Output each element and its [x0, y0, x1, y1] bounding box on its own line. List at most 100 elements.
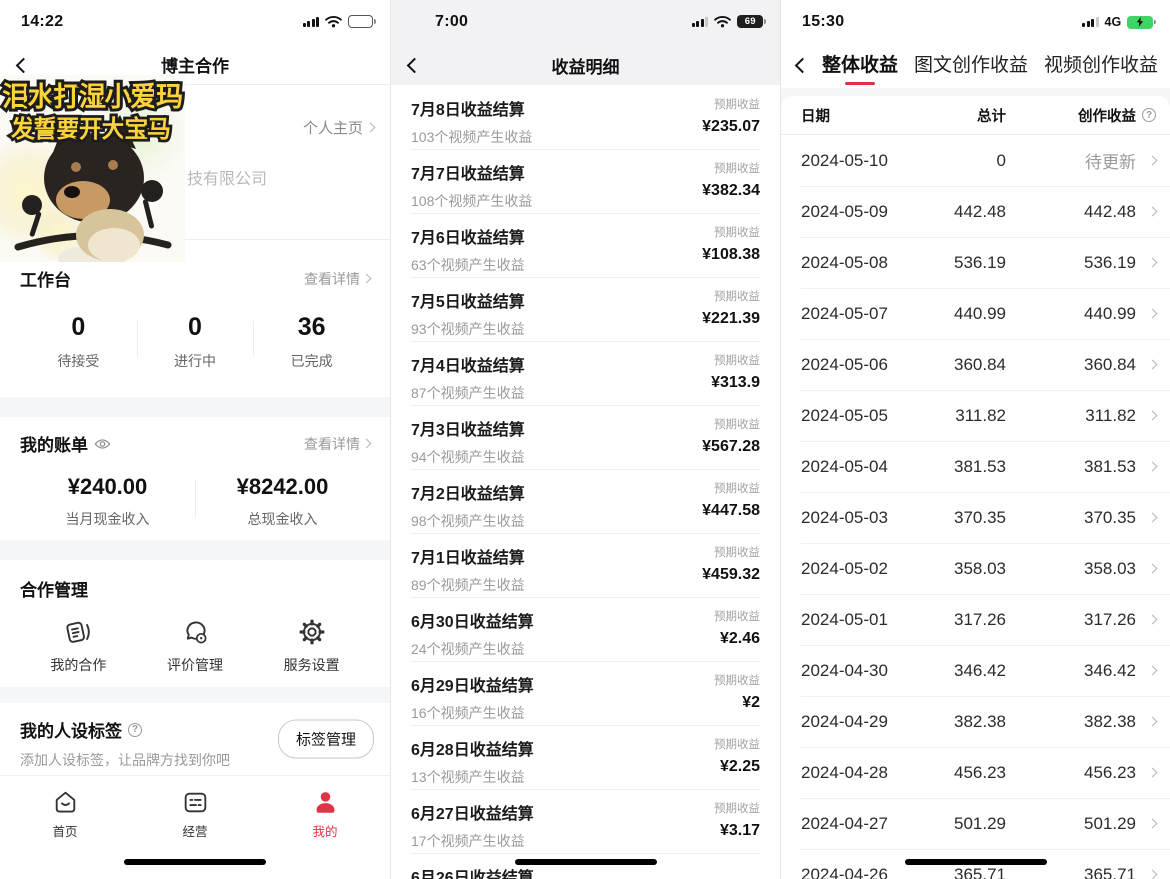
row-total: 0 — [919, 151, 1006, 171]
sticker-text-line1: 泪水打湿小爱玛 — [2, 82, 183, 112]
settlement-subtitle: 103个视频产生收益 — [411, 127, 532, 147]
income-settlement-row[interactable]: 6月29日收益结算 16个视频产生收益 预期收益 ¥2 — [391, 661, 780, 725]
income-table-row[interactable]: 2024-05-01 317.26 317.26 — [781, 594, 1170, 645]
expected-income-label: 预期收益 — [702, 160, 760, 176]
row-total: 311.82 — [919, 406, 1006, 426]
income-table-row[interactable]: 2024-05-04 381.53 381.53 — [781, 441, 1170, 492]
chevron-right-icon — [1148, 717, 1158, 727]
income-settlement-row[interactable]: 7月7日收益结算 108个视频产生收益 预期收益 ¥382.34 — [391, 149, 780, 213]
tab-home[interactable]: 首页 — [0, 788, 130, 879]
eye-icon[interactable] — [94, 438, 111, 450]
blogger-cooperation-screen: 14:22 博主合作 个人主页 技有限公司 — [0, 0, 390, 879]
income-settlement-row[interactable]: 7月6日收益结算 63个视频产生收益 预期收益 ¥108.38 — [391, 213, 780, 277]
expected-income-label: 预期收益 — [702, 544, 760, 560]
tag-management-button[interactable]: 标签管理 — [278, 720, 374, 759]
my-cooperation-button[interactable]: 我的合作 — [20, 617, 137, 675]
back-chevron-icon — [16, 57, 32, 73]
bill-month-income[interactable]: ¥240.00 当月现金收入 — [20, 474, 195, 529]
table-background: 日期 总计 创作收益 ? 2024-05-10 0 待更新 — [781, 88, 1170, 879]
tab-graphic-income[interactable]: 图文创作收益 — [914, 50, 1028, 83]
expected-income-amount: ¥3.17 — [714, 822, 760, 840]
settlement-title: 6月29日收益结算 — [411, 672, 534, 696]
settlement-title: 6月27日收益结算 — [411, 800, 534, 824]
stat-in-progress[interactable]: 0 进行中 — [137, 313, 254, 371]
income-settlement-row[interactable]: 6月28日收益结算 13个视频产生收益 预期收益 ¥2.25 — [391, 725, 780, 789]
battery-charging-icon — [1127, 16, 1156, 29]
row-creation-income: 317.26 — [1006, 610, 1136, 630]
chevron-right-icon — [1148, 870, 1158, 879]
income-settlement-row[interactable]: 7月2日收益结算 98个视频产生收益 预期收益 ¥447.58 — [391, 469, 780, 533]
workbench-detail-link[interactable]: 查看详情 — [304, 269, 370, 289]
income-table-rows: 2024-05-10 0 待更新 2024-05-09 442.48 442.4… — [781, 135, 1170, 879]
chevron-right-icon — [1148, 360, 1158, 370]
income-settlement-row[interactable]: 6月26日收益结算 — [391, 853, 780, 879]
review-management-button[interactable]: 评价管理 — [137, 617, 254, 675]
settlement-title: 7月7日收益结算 — [411, 160, 532, 184]
row-creation-income: 311.82 — [1006, 406, 1136, 426]
bill-total-income[interactable]: ¥8242.00 总现金收入 — [195, 474, 370, 529]
income-table-row[interactable]: 2024-04-28 456.23 456.23 — [781, 747, 1170, 798]
income-table-row[interactable]: 2024-05-03 370.35 370.35 — [781, 492, 1170, 543]
back-button[interactable] — [18, 58, 29, 76]
stat-completed[interactable]: 36 已完成 — [253, 313, 370, 371]
row-date: 2024-05-04 — [801, 457, 919, 477]
section-divider — [0, 397, 390, 417]
income-table-row[interactable]: 2024-05-06 360.84 360.84 — [781, 339, 1170, 390]
income-settlement-row[interactable]: 7月4日收益结算 87个视频产生收益 预期收益 ¥313.9 — [391, 341, 780, 405]
row-creation-income: 381.53 — [1006, 457, 1136, 477]
income-table-row[interactable]: 2024-05-09 442.48 442.48 — [781, 186, 1170, 237]
income-table-row[interactable]: 2024-04-30 346.42 346.42 — [781, 645, 1170, 696]
battery-icon — [348, 15, 376, 28]
chevron-right-icon — [1148, 615, 1158, 625]
income-table-row[interactable]: 2024-05-07 440.99 440.99 — [781, 288, 1170, 339]
income-settlement-row[interactable]: 7月3日收益结算 94个视频产生收益 预期收益 ¥567.28 — [391, 405, 780, 469]
expected-income-amount: ¥235.07 — [702, 118, 760, 136]
row-date: 2024-05-06 — [801, 355, 919, 375]
three-screenshot-strip: 14:22 博主合作 个人主页 技有限公司 — [0, 0, 1170, 879]
expected-income-amount: ¥108.38 — [702, 246, 760, 264]
income-settlement-row[interactable]: 7月8日收益结算 103个视频产生收益 预期收益 ¥235.07 — [391, 85, 780, 149]
settlement-subtitle: 17个视频产生收益 — [411, 831, 534, 851]
chevron-right-icon — [366, 123, 376, 133]
back-button[interactable] — [797, 58, 808, 76]
stat-pending[interactable]: 0 待接受 — [20, 313, 137, 371]
question-icon[interactable]: ? — [1142, 108, 1156, 122]
status-time: 7:00 — [435, 13, 468, 31]
income-settlement-row[interactable]: 7月1日收益结算 89个视频产生收益 预期收益 ¥459.32 — [391, 533, 780, 597]
tab-business[interactable]: 经营 — [130, 788, 260, 879]
expected-income-label: 预期收益 — [702, 416, 760, 432]
row-date: 2024-04-28 — [801, 763, 919, 783]
settlement-subtitle: 93个视频产生收益 — [411, 319, 525, 339]
business-icon — [181, 788, 210, 817]
income-table-row[interactable]: 2024-05-02 358.03 358.03 — [781, 543, 1170, 594]
row-date: 2024-04-26 — [801, 865, 919, 879]
income-table-row[interactable]: 2024-05-08 536.19 536.19 — [781, 237, 1170, 288]
tab-profile[interactable]: 我的 — [260, 788, 390, 879]
income-settlement-list: 7月8日收益结算 103个视频产生收益 预期收益 ¥235.07 7月7日收益结… — [391, 85, 780, 879]
settlement-subtitle: 16个视频产生收益 — [411, 703, 534, 723]
settlement-subtitle: 13个视频产生收益 — [411, 767, 534, 787]
back-button[interactable] — [409, 58, 420, 76]
income-settlement-row[interactable]: 7月5日收益结算 93个视频产生收益 预期收益 ¥221.39 — [391, 277, 780, 341]
expected-income-amount: ¥459.32 — [702, 566, 760, 584]
profile-home-link[interactable]: 个人主页 — [303, 117, 374, 138]
settlement-subtitle: 63个视频产生收益 — [411, 255, 525, 275]
tab-overall-income[interactable]: 整体收益 — [822, 50, 898, 83]
row-date: 2024-05-08 — [801, 253, 919, 273]
row-creation-income: 358.03 — [1006, 559, 1136, 579]
question-icon[interactable]: ? — [128, 723, 142, 737]
row-total: 381.53 — [919, 457, 1006, 477]
income-table-row[interactable]: 2024-04-27 501.29 501.29 — [781, 798, 1170, 849]
income-table-row[interactable]: 2024-05-05 311.82 311.82 — [781, 390, 1170, 441]
income-table-row[interactable]: 2024-04-29 382.38 382.38 — [781, 696, 1170, 747]
row-date: 2024-04-30 — [801, 661, 919, 681]
bills-detail-link[interactable]: 查看详情 — [304, 434, 370, 454]
income-settlement-row[interactable]: 6月27日收益结算 17个视频产生收益 预期收益 ¥3.17 — [391, 789, 780, 853]
profile-section: 个人主页 技有限公司 — [0, 85, 390, 240]
chevron-right-icon — [362, 274, 372, 284]
tab-video-income[interactable]: 视频创作收益 — [1044, 50, 1158, 83]
service-settings-button[interactable]: 服务设置 — [253, 617, 370, 675]
gear-icon — [297, 617, 327, 647]
income-table-row[interactable]: 2024-05-10 0 待更新 — [781, 135, 1170, 186]
income-settlement-row[interactable]: 6月30日收益结算 24个视频产生收益 预期收益 ¥2.46 — [391, 597, 780, 661]
